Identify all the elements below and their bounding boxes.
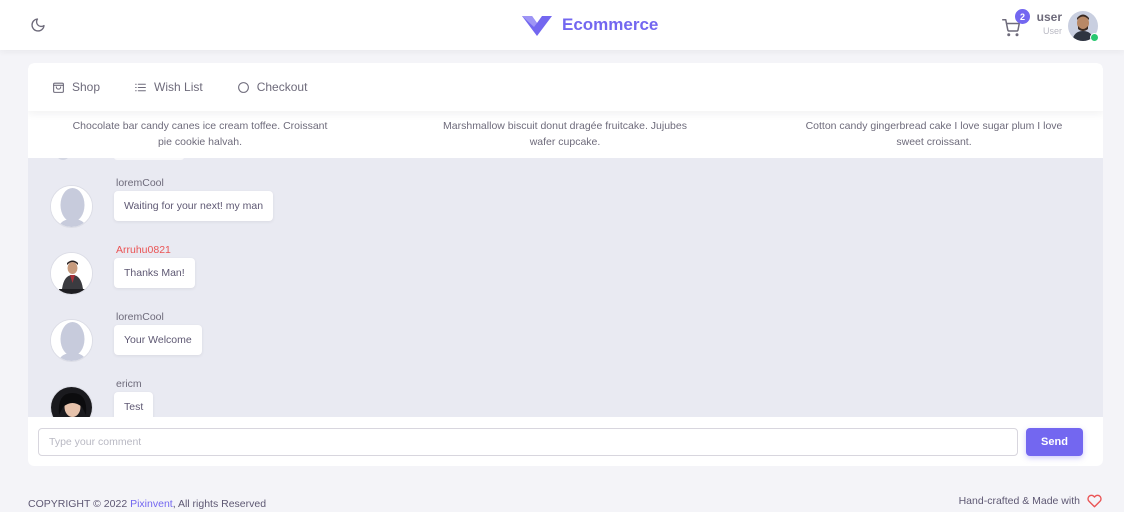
message-username: loremCool [116,177,164,189]
user-photo-avatar [50,252,93,295]
default-avatar-icon [50,319,93,362]
send-button[interactable]: Send [1026,428,1083,456]
partial-message-bubble [114,158,184,160]
chat-messages[interactable]: loremCool Waiting for your next! my man … [28,158,1103,417]
list-icon [135,83,146,91]
footer-copyright: COPYRIGHT © 2022 Pixinvent, All rights R… [28,498,266,510]
brand-logo-icon [522,16,552,36]
brand-name: Ecommerce [562,15,659,34]
tab-checkout-label: Checkout [256,80,308,94]
chat-message: Arruhu0821 Thanks Man! [50,244,550,304]
message-bubble: Thanks Man! [114,258,195,288]
comment-input[interactable] [38,428,1018,456]
cart-count-badge: 2 [1015,9,1030,24]
feature-text: Marshmallow biscuit donut dragée fruitca… [443,120,687,148]
copyright-prefix: COPYRIGHT © 2022 [28,498,128,510]
circle-icon [237,81,249,93]
heart-icon [1087,494,1102,508]
theme-toggle-button[interactable] [26,13,50,37]
message-username: ericm [116,378,142,390]
message-username: Arruhu0821 [116,244,171,256]
user-name: user [1036,10,1062,24]
footer-made-with: Hand-crafted & Made with [959,494,1102,508]
user-role: User [1042,26,1062,36]
shopping-bag-icon [53,82,64,93]
main-card: Shop Wish List Checkout Chocolate bar ca… [28,63,1103,466]
message-username: loremCool [116,311,164,323]
tab-wish-list[interactable]: Wish List [134,80,203,94]
top-navbar: Ecommerce 2 user User [0,0,1124,50]
message-bubble: Waiting for your next! my man [114,191,274,221]
moon-icon [31,18,45,32]
tab-bar: Shop Wish List Checkout [28,63,1103,111]
message-bubble: Test [114,392,154,417]
copyright-suffix: , All rights Reserved [172,498,267,510]
user-info[interactable]: user User [1030,10,1062,37]
made-with-text: Hand-crafted & Made with [958,495,1080,507]
tab-shop[interactable]: Shop [52,80,100,94]
features-strip: Chocolate bar candy canes ice cream toff… [28,111,1103,158]
company-link[interactable]: Pixinvent [130,498,173,510]
partial-avatar [56,158,70,160]
chat-message: loremCool Waiting for your next! my man [50,177,550,237]
cart-button[interactable]: 2 [1002,9,1032,38]
feature-text: Chocolate bar candy canes ice cream toff… [72,120,328,148]
online-status-dot [1090,33,1099,42]
chat-message: ericm Test [50,378,550,417]
chat-message: loremCool Your Welcome [50,311,550,371]
tab-checkout[interactable]: Checkout [237,80,308,94]
brand[interactable]: Ecommerce [522,10,658,40]
message-bubble: Your Welcome [114,325,202,355]
comment-bar: Send [28,417,1103,466]
default-avatar-icon [50,185,93,228]
feature-text: Cotton candy gingerbread cake I love sug… [805,120,1063,148]
user-photo-avatar [50,386,93,417]
tab-wish-list-label: Wish List [154,80,203,94]
tab-shop-label: Shop [72,80,101,94]
